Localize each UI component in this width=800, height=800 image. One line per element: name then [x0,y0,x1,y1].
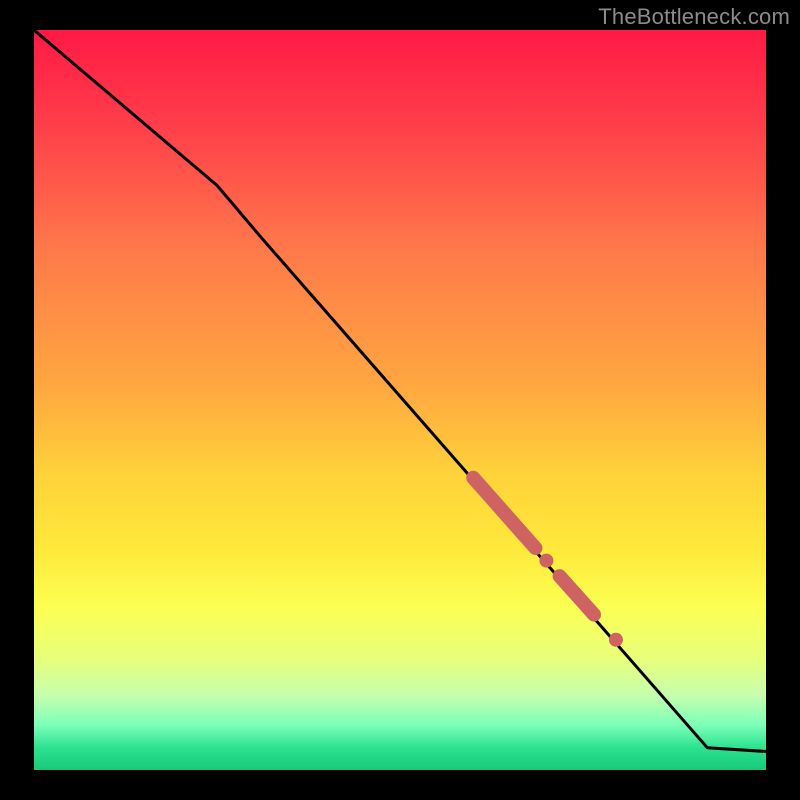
gradient-background [34,30,766,770]
chart-svg [0,0,800,800]
highlight-dot-1 [539,554,553,568]
highlight-dot-3 [609,633,623,647]
watermark-text: TheBottleneck.com [598,4,790,30]
chart-root: TheBottleneck.com [0,0,800,800]
